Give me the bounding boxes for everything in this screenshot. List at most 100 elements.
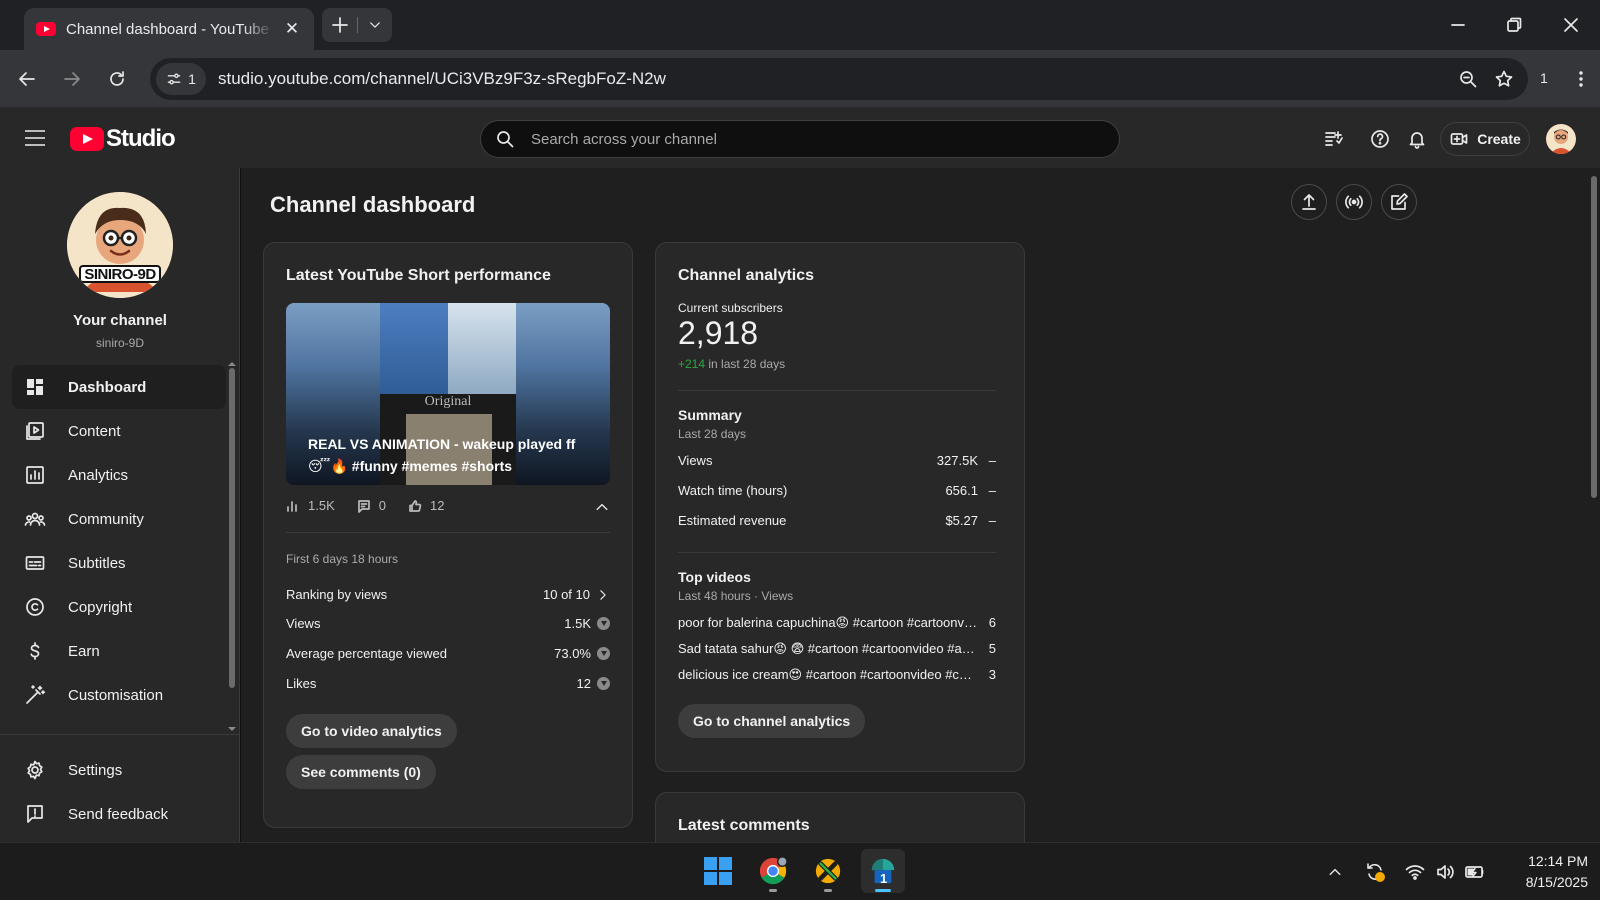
notifications-button[interactable] (1404, 126, 1430, 152)
sidebar-item-community[interactable]: Community (12, 497, 226, 541)
extensions-count[interactable]: 1 (1540, 70, 1548, 86)
taskbar-chrome[interactable] (751, 849, 795, 893)
sidebar-item-analytics[interactable]: Analytics (12, 453, 226, 497)
scroll-up-icon[interactable] (227, 359, 237, 369)
browser-tab[interactable]: Channel dashboard - YouTube Studio ✕ (24, 8, 314, 50)
thumbs-up-icon (409, 499, 422, 512)
sidebar-item-dashboard[interactable]: Dashboard (12, 365, 226, 409)
arrow-left-icon (19, 72, 35, 86)
short-thumbnail[interactable]: Original REAL VS ANIMATION - wakeup play… (286, 303, 610, 485)
metric-value: 12 (576, 676, 591, 691)
go-to-channel-analytics-button[interactable]: Go to channel analytics (678, 704, 866, 738)
browser-tab-bar: Channel dashboard - YouTube Studio ✕ (0, 0, 1600, 50)
site-info-button[interactable]: 1 (156, 63, 206, 95)
minimize-button[interactable] (1443, 10, 1473, 40)
address-bar[interactable]: 1 studio.youtube.com/channel/UCi3VBz9F3z… (150, 58, 1528, 100)
scroll-down-icon[interactable] (227, 724, 237, 734)
create-post-button[interactable] (1381, 184, 1417, 220)
logo-text: Studio (106, 125, 176, 152)
top-video-title: poor for balerina capuchina😡 #cartoon #c… (678, 615, 989, 630)
url-text[interactable]: studio.youtube.com/channel/UCi3VBz9F3z-s… (218, 69, 666, 89)
reload-button[interactable] (102, 64, 132, 94)
trend-down-icon (597, 677, 610, 690)
gear-icon (27, 760, 43, 780)
bar-chart-icon (287, 500, 297, 512)
go-to-video-analytics-button[interactable]: Go to video analytics (286, 714, 457, 748)
close-window-button[interactable] (1556, 10, 1586, 40)
create-button[interactable]: Create (1440, 122, 1530, 156)
upload-icon (1302, 194, 1316, 210)
channel-avatar[interactable]: SINIRO-9D (67, 192, 173, 298)
minimize-icon (1451, 24, 1465, 26)
sidebar-item-subtitles[interactable]: Subtitles (12, 541, 226, 585)
ranking-row[interactable]: Ranking by views 10 of 10 (286, 587, 610, 602)
channel-title[interactable]: Your channel (0, 312, 240, 329)
sidebar-item-content[interactable]: Content (12, 409, 226, 453)
top-videos-title: Top videos (678, 569, 751, 585)
metric-value: 1.5K (564, 616, 591, 631)
zoom-icon[interactable] (1458, 69, 1478, 89)
main-scrollbar[interactable] (1591, 176, 1597, 498)
show-hidden-icons-button[interactable] (1324, 861, 1346, 883)
collapse-button[interactable] (594, 499, 610, 515)
sidebar-scrollbar[interactable] (229, 368, 235, 688)
forward-button[interactable] (57, 64, 87, 94)
menu-icon[interactable] (22, 126, 48, 150)
notification-badge: 1 (880, 871, 888, 886)
system-clock[interactable]: 12:14 PM 8/15/2025 (1494, 851, 1594, 893)
browser-menu-button[interactable] (1566, 64, 1596, 94)
help-button[interactable] (1367, 126, 1393, 152)
windows-taskbar: 1 12:14 PM 8/15/2025 (0, 842, 1600, 900)
volume-control[interactable] (1434, 861, 1456, 883)
account-avatar[interactable] (1546, 124, 1576, 154)
new-tab-button[interactable] (322, 8, 357, 42)
back-button[interactable] (12, 64, 42, 94)
divider (678, 390, 996, 391)
sidebar-item-label: Community (68, 510, 144, 528)
top-videos-period: Last 48 hours · Views (678, 589, 794, 603)
sidebar-item-earn[interactable]: Earn (12, 629, 226, 673)
short-title[interactable]: REAL VS ANIMATION - wakeup played ff 😴🔥 … (308, 433, 598, 477)
top-video-row[interactable]: poor for balerina capuchina😡 #cartoon #c… (678, 615, 996, 631)
sidebar-item-settings[interactable]: Settings (12, 748, 226, 792)
youtube-favicon-icon (36, 22, 56, 36)
bookmark-star-icon[interactable] (1494, 69, 1514, 89)
sidebar-item-label: Customisation (68, 686, 164, 704)
tab-close-icon[interactable]: ✕ (282, 19, 302, 39)
short-stats: 1.5K 0 12 (286, 498, 444, 513)
sidebar-item-send-feedback[interactable]: Send feedback (12, 792, 226, 836)
studio-logo[interactable]: Studio (70, 125, 176, 153)
arrow-right-icon (64, 72, 80, 86)
search-input[interactable]: Search across your channel (480, 120, 1120, 158)
sync-status[interactable] (1364, 861, 1386, 883)
restore-button[interactable] (1499, 10, 1529, 40)
trend-down-icon (597, 647, 610, 660)
summary-value: $5.27 (945, 513, 978, 528)
help-icon (1371, 130, 1389, 148)
metric-label: Average percentage viewed (286, 646, 447, 661)
comment-icon (357, 499, 370, 513)
taskbar-app-active[interactable]: 1 (861, 849, 905, 893)
sidebar-item-copyright[interactable]: Copyright (12, 585, 226, 629)
wifi-status[interactable] (1404, 861, 1426, 883)
top-video-row[interactable]: Sad tatata sahur😡 😨 #cartoon #cartoonvid… (678, 641, 996, 657)
thumbnail-frame (380, 303, 448, 394)
copyright-icon (26, 598, 44, 616)
content-icon (26, 422, 44, 440)
upload-button[interactable] (1291, 184, 1327, 220)
go-live-button[interactable] (1336, 184, 1372, 220)
sidebar-item-customisation[interactable]: Customisation (12, 673, 226, 717)
windows-logo-icon (704, 857, 732, 885)
top-video-row[interactable]: delicious ice cream😍 #cartoon #cartoonvi… (678, 667, 996, 683)
dash-icon: – (988, 453, 996, 468)
tab-search-button[interactable] (357, 8, 392, 42)
summary-label: Estimated revenue (678, 513, 787, 528)
start-button[interactable] (696, 849, 740, 893)
taskbar-app-media[interactable] (806, 849, 850, 893)
see-comments-button[interactable]: See comments (0) (286, 755, 436, 789)
ranking-value: 10 of 10 (543, 587, 590, 602)
page-title: Channel dashboard (270, 192, 476, 217)
feedback-list-button[interactable] (1320, 126, 1346, 152)
battery-status[interactable] (1464, 861, 1486, 883)
studio-header: Studio Search across your channel Create (0, 108, 1600, 168)
